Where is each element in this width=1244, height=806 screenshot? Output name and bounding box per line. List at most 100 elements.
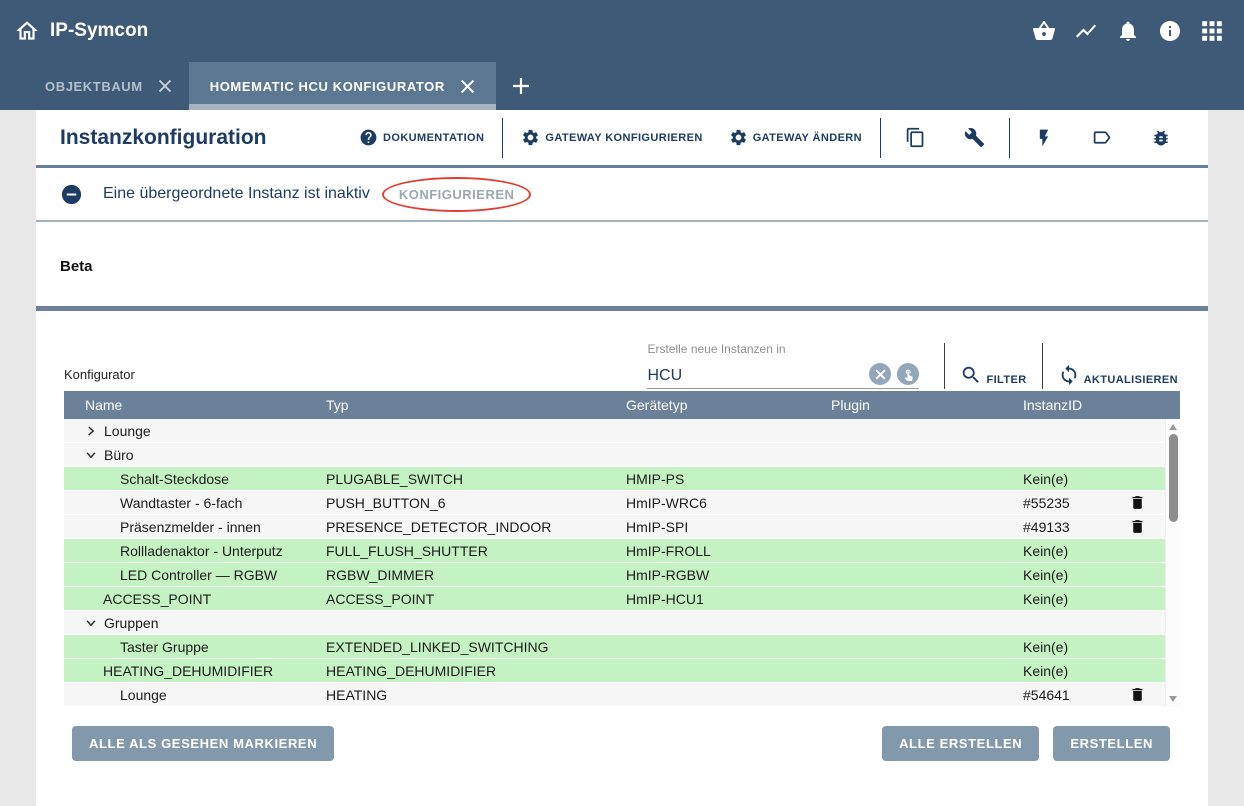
row-name: Schalt-Steckdose (120, 471, 229, 487)
row-name: HEATING_DEHUMIDIFIER (103, 663, 273, 679)
copy-button[interactable] (886, 127, 945, 148)
delete-instance-icon[interactable] (1129, 494, 1146, 511)
tag-button[interactable] (1073, 127, 1132, 148)
cell-typ: HEATING (326, 687, 626, 703)
cell-typ: HEATING_DEHUMIDIFIER (326, 663, 626, 679)
refresh-icon (1058, 364, 1080, 386)
chevron-down-icon[interactable] (84, 448, 98, 462)
copy-icon (905, 127, 926, 148)
app-brand[interactable]: IP-Symcon (14, 18, 148, 44)
cell-name: Lounge (64, 687, 326, 703)
target-instance-value[interactable]: HCU (647, 367, 863, 385)
store-basket-icon[interactable] (1031, 19, 1056, 44)
beta-section: Beta (36, 222, 1208, 311)
row-name: ACCESS_POINT (103, 591, 211, 607)
cell-typ: EXTENDED_LINKED_SWITCHING (326, 639, 626, 655)
add-tab-button[interactable] (496, 62, 546, 110)
pick-target-button[interactable] (897, 363, 919, 385)
filter-button[interactable]: FILTER (958, 364, 1028, 389)
debug-button[interactable] (1132, 128, 1190, 148)
create-button[interactable]: ERSTELLEN (1053, 726, 1170, 761)
cell-name: Wandtaster - 6-fach (64, 495, 326, 511)
tab-homematic-hcu-konfigurator[interactable]: HOMEMATIC HCU KONFIGURATOR (189, 62, 496, 110)
group-row[interactable]: Büro (64, 443, 1165, 467)
close-tab-icon[interactable] (460, 79, 475, 94)
device-row[interactable]: LoungeHEATING #54641 (64, 683, 1165, 707)
chevron-right-icon[interactable] (84, 424, 98, 438)
toolbar-divider (880, 118, 881, 158)
cell-instanzid: Kein(e) (1023, 567, 1129, 583)
configurator-toolbar: Konfigurator Erstelle neue Instanzen in … (64, 311, 1180, 391)
touch-hand-icon (902, 368, 915, 381)
close-tab-icon[interactable] (158, 79, 172, 93)
cell-typ: FULL_FLUSH_SHUTTER (326, 543, 626, 559)
cell-name: Präsenzmelder - innen (64, 519, 326, 535)
column-header-instanzid: InstanzID (1023, 397, 1129, 413)
plus-icon (511, 76, 531, 96)
device-row[interactable]: Schalt-SteckdosePLUGABLE_SWITCHHMIP-PSKe… (64, 467, 1165, 491)
apps-grid-icon[interactable] (1199, 19, 1224, 44)
notifications-bell-icon[interactable] (1115, 19, 1140, 44)
events-button[interactable] (1015, 128, 1073, 148)
scrollbar-thumb[interactable] (1169, 434, 1178, 522)
device-row[interactable]: HEATING_DEHUMIDIFIER HEATING_DEHUMIDIFIER… (64, 659, 1165, 683)
konfigurieren-link[interactable]: KONFIGURIEREN (399, 187, 515, 202)
device-row[interactable]: LED Controller — RGBWRGBW_DIMMERHmIP-RGB… (64, 563, 1165, 587)
column-header-typ: Typ (326, 397, 626, 413)
gateway-aendern-button[interactable]: GATEWAY ÄNDERN (716, 128, 875, 147)
graph-icon[interactable] (1073, 19, 1098, 44)
konfigurator-label: Konfigurator (64, 367, 135, 389)
cell-instanzid: #49133 (1023, 519, 1129, 535)
group-row[interactable]: Lounge (64, 419, 1165, 443)
create-all-button[interactable]: ALLE ERSTELLEN (882, 726, 1039, 761)
device-row[interactable]: Rollladenaktor - Unterputz FULL_FLUSH_SHU… (64, 539, 1165, 563)
table-body: Lounge Büro Schalt-SteckdosePLUGABLE_SWITC… (64, 419, 1165, 707)
refresh-button[interactable]: AKTUALISIEREN (1056, 364, 1180, 389)
column-header-plugin: Plugin (831, 397, 1023, 413)
info-icon[interactable] (1157, 19, 1182, 44)
target-instance-input[interactable]: Erstelle neue Instanzen in HCU (647, 342, 919, 389)
dokumentation-button[interactable]: DOKUMENTATION (346, 128, 497, 147)
cell-typ: PRESENCE_DETECTOR_INDOOR (326, 519, 626, 535)
row-name: LED Controller — RGBW (120, 567, 277, 583)
device-row[interactable]: Präsenzmelder - innenPRESENCE_DETECTOR_I… (64, 515, 1165, 539)
cell-instanzid: Kein(e) (1023, 591, 1129, 607)
device-row[interactable]: Wandtaster - 6-fachPUSH_BUTTON_6HmIP-WRC… (64, 491, 1165, 515)
toolbar-divider (502, 118, 503, 158)
alert-message: Eine übergeordnete Instanz ist inaktiv (103, 185, 370, 203)
cell-instanzid: #55235 (1023, 495, 1129, 511)
search-icon (960, 364, 982, 386)
cell-geraetetyp: HmIP-FROLL (626, 543, 831, 559)
table-scrollbar[interactable] (1165, 419, 1180, 707)
cell-name: Büro (64, 447, 326, 463)
row-name: Rollladenaktor - Unterputz (120, 543, 283, 559)
cell-name: Schalt-Steckdose (64, 471, 326, 487)
wrench-button[interactable] (945, 127, 1004, 148)
cell-instanzid: Kein(e) (1023, 471, 1129, 487)
cell-actions (1129, 686, 1165, 703)
content-card: Instanzkonfiguration DOKUMENTATION GATEW… (36, 110, 1208, 806)
cell-name: LED Controller — RGBW (64, 567, 326, 583)
gateway-konfigurieren-button[interactable]: GATEWAY KONFIGURIEREN (508, 128, 715, 147)
clear-target-button[interactable] (869, 363, 891, 385)
device-row[interactable]: Taster GruppeEXTENDED_LINKED_SWITCHINGKe… (64, 635, 1165, 659)
delete-instance-icon[interactable] (1129, 686, 1146, 703)
parent-inactive-alert: Eine übergeordnete Instanz ist inaktiv K… (36, 168, 1208, 222)
delete-instance-icon[interactable] (1129, 518, 1146, 535)
group-row[interactable]: Gruppen (64, 611, 1165, 635)
top-bar: IP-Symcon (0, 0, 1244, 62)
configurator-section: Konfigurator Erstelle neue Instanzen in … (36, 311, 1208, 761)
scroll-up-arrow[interactable] (1169, 424, 1177, 430)
app-name: IP-Symcon (50, 20, 148, 42)
toolbar-divider (1042, 343, 1043, 389)
cell-instanzid: Kein(e) (1023, 663, 1129, 679)
chevron-down-icon[interactable] (84, 616, 98, 630)
cell-typ: PUSH_BUTTON_6 (326, 495, 626, 511)
scroll-down-arrow[interactable] (1169, 696, 1177, 702)
tab-objektbaum[interactable]: OBJEKTBAUM (28, 62, 189, 110)
mark-all-seen-button[interactable]: ALLE ALS GESEHEN MARKIEREN (72, 726, 334, 761)
cell-name: ACCESS_POINT (64, 591, 326, 607)
page-title: Instanzkonfiguration (60, 126, 267, 150)
cell-instanzid: #54641 (1023, 687, 1129, 703)
device-row[interactable]: ACCESS_POINTACCESS_POINTHmIP-HCU1Kein(e) (64, 587, 1165, 611)
